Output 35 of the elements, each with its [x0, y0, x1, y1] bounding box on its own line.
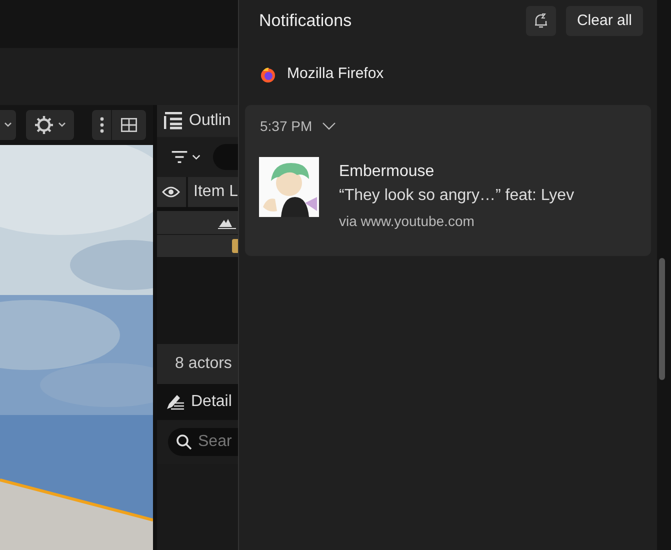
- search-bar[interactable]: Sear: [168, 428, 238, 456]
- notification-title: Embermouse: [339, 162, 436, 182]
- chevron-icon[interactable]: [322, 122, 336, 130]
- search-field[interactable]: [212, 144, 238, 170]
- viewport-dropdown[interactable]: [0, 110, 16, 140]
- column-header[interactable]: Item L: [188, 177, 238, 207]
- visibility-column-header[interactable]: [157, 177, 186, 207]
- browser-icon: [260, 66, 276, 82]
- caret-icon: [192, 154, 200, 160]
- caret-icon: [4, 122, 12, 128]
- notification-message: “They look so angry…” feat: Lyev: [339, 186, 574, 206]
- clear-all-button[interactable]: Clear all: [566, 6, 643, 36]
- settings-button[interactable]: [26, 110, 74, 140]
- bell-icon: [534, 13, 548, 29]
- app-name: Mozilla Firefox: [287, 64, 384, 84]
- snooze-button[interactable]: [526, 6, 556, 36]
- eye-icon: [162, 186, 180, 198]
- panel-title: Detail: [191, 392, 232, 412]
- notification-source: via www.youtube.com: [339, 212, 476, 231]
- list-icon: [164, 112, 183, 130]
- edit-icon: [165, 392, 185, 410]
- notification-time: 5:37 PM: [260, 116, 312, 136]
- actor-count: 8 actors: [157, 344, 238, 384]
- notification-card[interactable]: 5:37 PM Embermouse “They look so angry…” feat: Lyev via www.youtube.com: [245, 105, 651, 256]
- landscape-icon: [218, 216, 236, 228]
- folder-icon: [232, 239, 238, 253]
- panel-title: Notifications: [259, 10, 353, 32]
- search-icon: [176, 434, 192, 450]
- grid-icon: [121, 118, 137, 132]
- panel-title: Outlin: [189, 111, 231, 131]
- scrollbar-thumb[interactable]: [659, 258, 665, 380]
- caret-icon: [58, 122, 66, 128]
- settings-icon: [34, 115, 54, 135]
- filter-icon: [171, 149, 188, 165]
- more-icon: [100, 117, 104, 133]
